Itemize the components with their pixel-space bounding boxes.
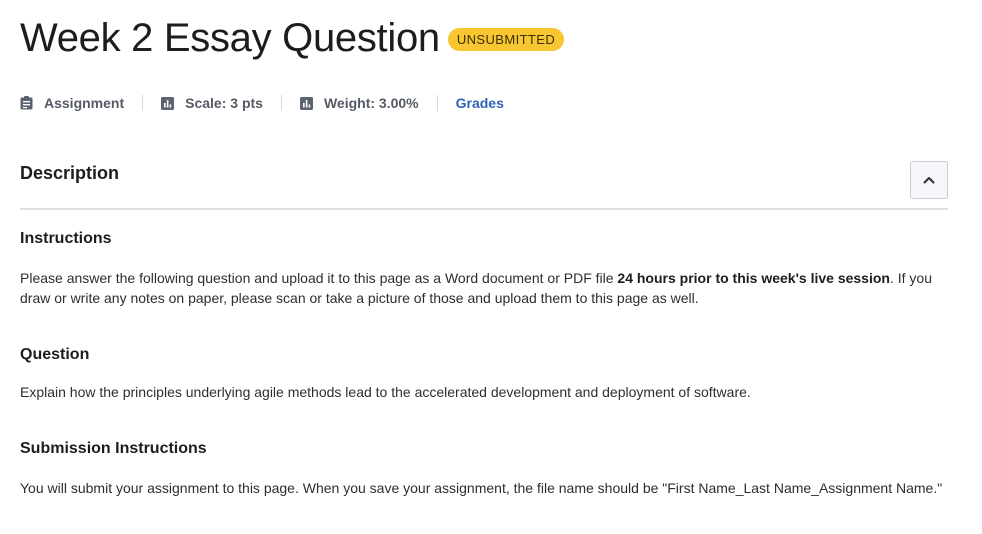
assignment-page: Week 2 Essay Question UNSUBMITTED Assign…	[0, 0, 982, 534]
meta-divider	[280, 95, 282, 111]
assignment-icon	[20, 96, 34, 110]
assignment-meta: Assignment Scale: 3 pts Weight: 3.00% Gr…	[20, 91, 504, 115]
question-text: Explain how the principles underlying ag…	[20, 384, 751, 400]
meta-divider	[142, 95, 144, 111]
collapse-description-button[interactable]	[910, 161, 948, 199]
chart-icon	[299, 96, 314, 110]
description-header: Description	[20, 160, 948, 210]
instructions-text: Please answer the following question and…	[20, 268, 955, 308]
chevron-up-icon	[923, 171, 935, 189]
chart-icon	[161, 96, 175, 110]
instructions-heading: Instructions	[20, 230, 112, 247]
instructions-deadline: 24 hours prior to this week's live sessi…	[617, 270, 890, 286]
submission-text: You will submit your assignment to this …	[20, 480, 943, 496]
meta-type: Assignment	[20, 95, 124, 111]
instructions-text-start: Please answer the following question and…	[20, 270, 618, 286]
title-row: Week 2 Essay Question UNSUBMITTED	[20, 14, 565, 62]
meta-divider	[436, 95, 438, 111]
meta-type-label: Assignment	[44, 95, 125, 111]
submission-heading: Submission Instructions	[20, 440, 207, 457]
description-content: Instructions Please answer the following…	[20, 229, 955, 498]
page-title: Week 2 Essay Question	[20, 16, 440, 60]
meta-scale-label: Scale: 3 pts	[185, 95, 263, 111]
status-badge: UNSUBMITTED	[447, 27, 565, 51]
grades-link[interactable]: Grades	[456, 95, 504, 111]
meta-weight: Weight: 3.00%	[299, 95, 419, 111]
question-heading: Question	[20, 346, 90, 363]
meta-scale: Scale: 3 pts	[161, 95, 263, 111]
meta-weight-label: Weight: 3.00%	[323, 95, 419, 111]
description-title: Description	[20, 163, 120, 183]
